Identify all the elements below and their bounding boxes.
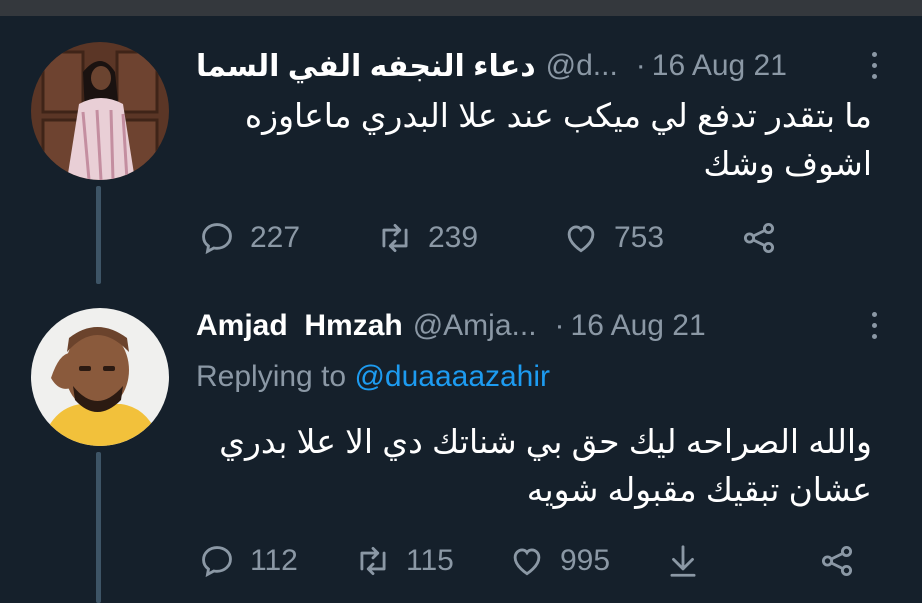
reply-count: 112 xyxy=(250,544,298,577)
tweet-text-line: ما بتقدر تدفع لي ميكب عند علا البدري ماع… xyxy=(244,97,872,134)
tweet-1[interactable]: دعاء النجفه الفي السما @d... · 16 Aug 21… xyxy=(0,0,922,290)
retweet-button[interactable]: 239 xyxy=(376,213,478,263)
display-name[interactable]: دعاء النجفه الفي السما xyxy=(196,49,536,84)
share-button[interactable] xyxy=(818,536,856,586)
display-name[interactable]: Amjad Hmzah xyxy=(196,309,403,343)
share-button[interactable] xyxy=(740,213,778,263)
avatar-photo xyxy=(31,42,169,180)
reply-icon xyxy=(202,223,232,255)
username[interactable]: @d... xyxy=(546,49,618,83)
thread-line xyxy=(96,186,101,284)
timestamp[interactable]: 16 Aug 21 xyxy=(652,49,787,83)
reply-count: 227 xyxy=(250,221,301,254)
retweet-icon xyxy=(360,546,386,576)
share-icon xyxy=(743,222,775,254)
thread-line xyxy=(96,452,101,603)
tweet-text-line: والله الصراحه ليك حق بي شناتك دي الا علا… xyxy=(219,423,872,460)
replying-to: Replying to @duaaaazahir xyxy=(196,360,550,394)
reply-button[interactable]: 112 xyxy=(198,536,298,586)
replying-to-label: Replying to xyxy=(196,360,347,393)
tweet-actions: 112 115 995 xyxy=(198,536,878,586)
like-count: 995 xyxy=(560,544,611,577)
like-button[interactable]: 753 xyxy=(562,213,664,263)
username[interactable]: @Amja... xyxy=(413,309,537,343)
tweet-header: دعاء النجفه الفي السما @d... · 16 Aug 21 xyxy=(196,44,880,88)
avatar[interactable] xyxy=(31,42,169,180)
avatar-photo xyxy=(31,308,169,446)
tweet-text: والله الصراحه ليك حق بي شناتك دي الا علا… xyxy=(172,418,872,514)
like-count: 753 xyxy=(614,221,665,254)
reply-button[interactable]: 227 xyxy=(198,213,300,263)
tweet-text-line: اشوف وشك xyxy=(703,145,872,182)
tweet-actions: 227 239 753 xyxy=(198,213,838,263)
tweet-2[interactable]: Amjad Hmzah @Amja... · 16 Aug 21 Replyin… xyxy=(0,290,922,603)
separator-dot: · xyxy=(635,49,646,82)
download-icon xyxy=(670,545,696,577)
download-button[interactable] xyxy=(664,536,702,586)
tweet-header: Amjad Hmzah @Amja... · 16 Aug 21 xyxy=(196,304,880,348)
like-icon xyxy=(513,548,541,576)
tweet-text: ما بتقدر تدفع لي ميكب عند علا البدري ماع… xyxy=(172,92,872,188)
reply-icon xyxy=(202,546,232,578)
more-options-icon[interactable] xyxy=(868,48,880,84)
retweet-count: 115 xyxy=(406,544,454,577)
tweet-text-line: عشان تبقيك مقبوله شويه xyxy=(526,471,872,508)
separator-dot: · xyxy=(554,309,565,342)
avatar[interactable] xyxy=(31,308,169,446)
more-options-icon[interactable] xyxy=(868,308,880,344)
retweet-count: 239 xyxy=(428,221,479,254)
like-icon xyxy=(567,225,595,253)
retweet-icon xyxy=(382,223,408,253)
share-icon xyxy=(821,545,853,577)
like-button[interactable]: 995 xyxy=(508,536,610,586)
replying-to-mention[interactable]: @duaaaazahir xyxy=(354,360,550,393)
retweet-button[interactable]: 115 xyxy=(354,536,454,586)
timestamp[interactable]: 16 Aug 21 xyxy=(571,309,706,343)
